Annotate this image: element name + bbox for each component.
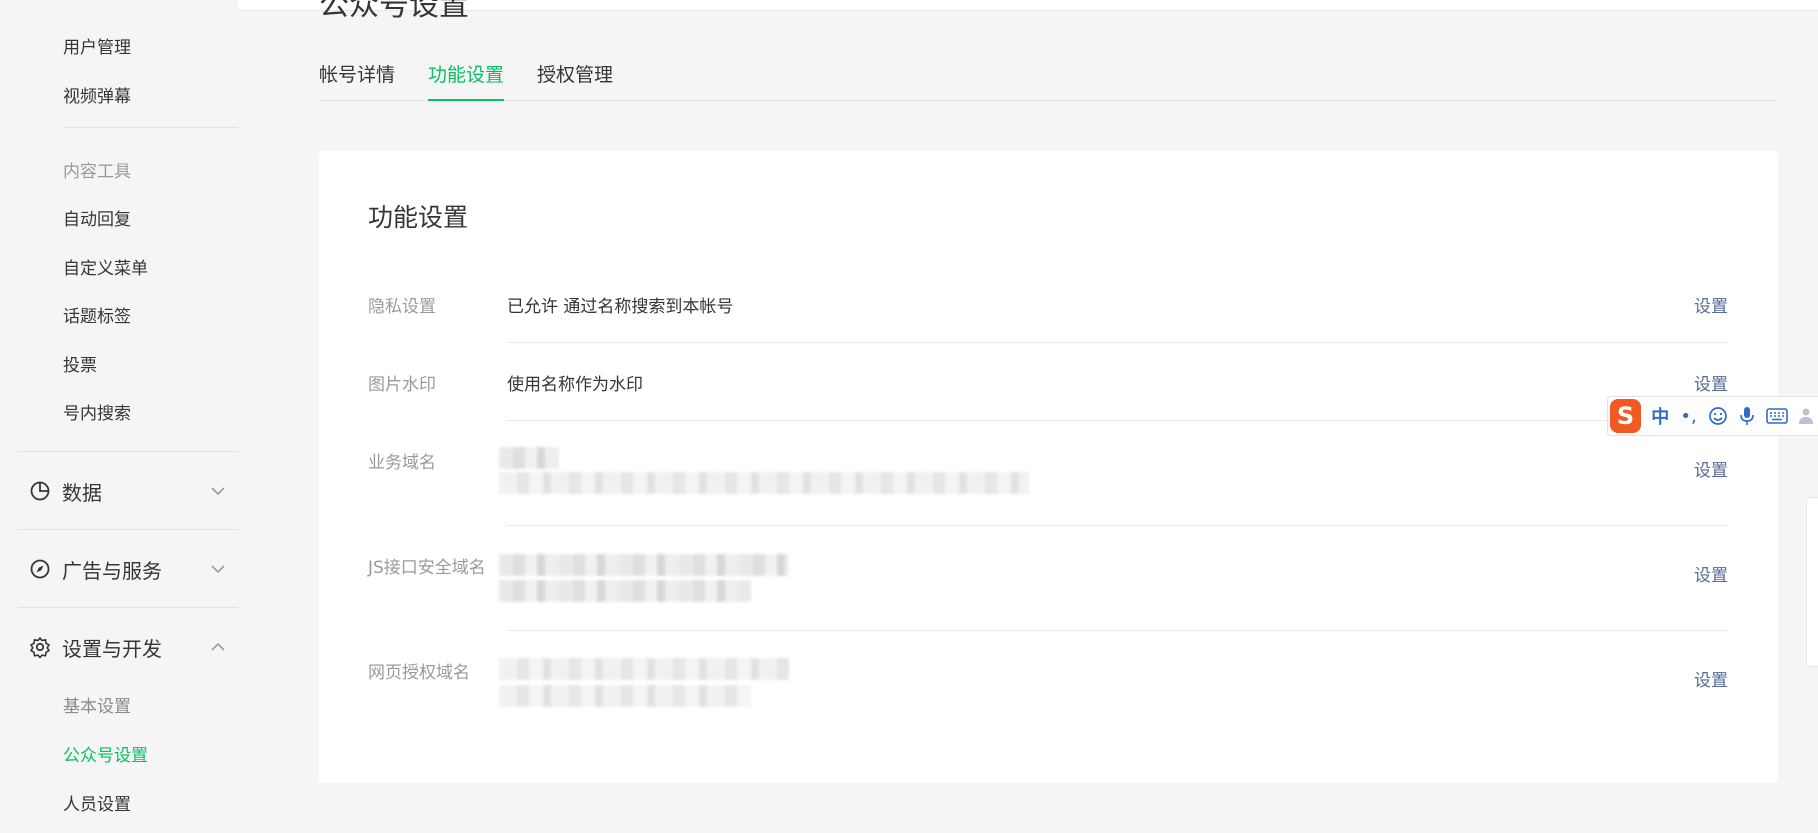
sidebar-item-in-account-search[interactable]: 号内搜索 [63, 399, 131, 424]
ime-toolbar: S 中 •, [1607, 396, 1818, 436]
row-value: 已允许 通过名称搜索到本帐号 [507, 297, 734, 317]
ime-logo[interactable]: S [1610, 399, 1642, 433]
feature-settings-card: 功能设置 隐私设置 已允许 通过名称搜索到本帐号 设置 图片水印 使用名称作为水… [319, 151, 1778, 783]
ime-mode-toggle[interactable]: 中 [1651, 404, 1669, 428]
tab-account-details[interactable]: 帐号详情 [319, 60, 395, 101]
chevron-down-icon [211, 565, 225, 574]
compass-icon [28, 557, 52, 581]
settings-row-privacy: 隐私设置 已允许 通过名称搜索到本帐号 设置 [368, 292, 1728, 352]
redacted-domain [499, 685, 751, 707]
sidebar: 用户管理 视频弹幕 内容工具 自动回复 自定义菜单 话题标签 投票 号内搜索 数… [0, 0, 238, 833]
sidebar-item-vote[interactable]: 投票 [63, 351, 97, 376]
sidebar-divider [18, 451, 238, 452]
sidebar-divider [18, 529, 238, 530]
js-domain-settings-link[interactable]: 设置 [1694, 561, 1728, 586]
sidebar-item-staff-settings[interactable]: 人员设置 [63, 790, 131, 815]
redacted-domain [499, 580, 751, 602]
sidebar-group-label: 数据 [62, 480, 102, 505]
row-label: 网页授权域名 [368, 663, 470, 683]
privacy-settings-link[interactable]: 设置 [1694, 292, 1728, 317]
row-label: JS接口安全域名 [368, 558, 486, 578]
tab-feature-settings[interactable]: 功能设置 [428, 60, 505, 101]
row-divider [507, 630, 1728, 631]
sidebar-group-settings-dev[interactable]: 设置与开发 [18, 627, 238, 667]
user-icon[interactable] [1798, 404, 1818, 428]
row-label: 隐私设置 [368, 297, 436, 317]
sidebar-divider [63, 127, 238, 128]
emoji-icon[interactable] [1708, 404, 1728, 428]
chevron-down-icon [211, 487, 225, 496]
row-label: 图片水印 [368, 375, 436, 395]
sidebar-item-auto-reply[interactable]: 自动回复 [63, 205, 131, 230]
pie-chart-icon [28, 479, 52, 503]
row-label: 业务域名 [368, 453, 436, 473]
row-divider [507, 342, 1728, 343]
row-divider [507, 525, 1728, 526]
sidebar-item-video-danmaku[interactable]: 视频弹幕 [63, 82, 131, 107]
sidebar-group-label: 设置与开发 [62, 636, 162, 661]
card-title: 功能设置 [368, 203, 469, 232]
keyboard-icon[interactable] [1766, 404, 1788, 428]
redacted-domain [499, 658, 789, 680]
sidebar-item-topic-tags[interactable]: 话题标签 [63, 302, 131, 327]
sidebar-item-custom-menu[interactable]: 自定义菜单 [63, 254, 148, 279]
watermark-settings-link[interactable]: 设置 [1694, 370, 1728, 395]
sidebar-group-label: 广告与服务 [62, 558, 162, 583]
tab-authorization[interactable]: 授权管理 [537, 60, 613, 101]
floating-panel-edge [1806, 497, 1818, 667]
top-bar [0, 0, 1818, 11]
sidebar-divider [18, 607, 238, 608]
microphone-icon[interactable] [1738, 404, 1756, 428]
chevron-up-icon [211, 642, 225, 651]
redacted-domain [499, 447, 559, 469]
sidebar-group-ads-services[interactable]: 广告与服务 [18, 549, 238, 589]
row-divider [507, 420, 1728, 421]
tab-bar: 帐号详情 功能设置 授权管理 [319, 56, 1777, 101]
row-value: 使用名称作为水印 [507, 375, 643, 395]
sidebar-item-basic-settings[interactable]: 基本设置 [63, 692, 131, 717]
page-title: 公众号设置 [319, 0, 469, 23]
gear-icon [28, 635, 52, 659]
redacted-domain [499, 554, 789, 576]
redacted-domain [499, 472, 1029, 494]
oauth-domain-settings-link[interactable]: 设置 [1694, 666, 1728, 691]
sidebar-group-data[interactable]: 数据 [18, 471, 238, 511]
sidebar-section-content-tools: 内容工具 [63, 162, 131, 182]
business-domain-settings-link[interactable]: 设置 [1694, 456, 1728, 481]
settings-row-watermark: 图片水印 使用名称作为水印 设置 [368, 370, 1728, 430]
sidebar-item-user-management[interactable]: 用户管理 [63, 33, 131, 58]
sidebar-item-account-settings[interactable]: 公众号设置 [63, 741, 148, 766]
ime-punctuation-toggle[interactable]: •, [1679, 404, 1697, 428]
